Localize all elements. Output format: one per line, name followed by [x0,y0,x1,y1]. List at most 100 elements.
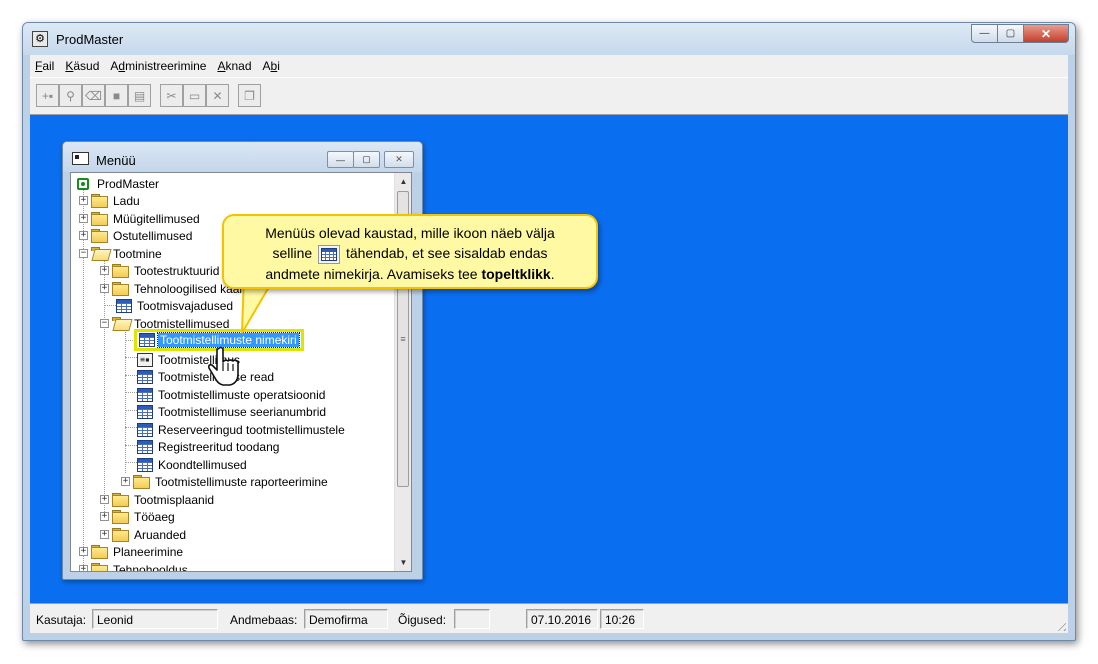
tree-label: Tootmisplaanid [134,492,215,507]
menu-window-titlebar[interactable]: Menüü — ▢ ✕ [63,142,422,172]
menu-aknad[interactable]: Aknad [217,59,251,73]
tree-item-myygitellimused[interactable]: + Müügitellimused [79,210,202,227]
callout-text: andmete nimekirja. Avamiseks tee [265,265,478,282]
tree-label: Planeerimine [113,544,184,559]
tree-item-tooaeg[interactable]: + Tööaeg [100,508,177,525]
toolbar: +▪ ⚲ ⌫ ■ ▤ ✂ ▭ ✕ ❐ [36,84,261,108]
folder-button[interactable]: ▭ [183,84,206,107]
maximize-button[interactable]: ▢ [997,24,1024,43]
expand-icon[interactable]: + [100,284,109,293]
tree-label: Registreeritud toodang [158,439,280,454]
rights-field [454,609,490,629]
tree-item-tt-seerianumbrid[interactable]: Tootmistellimuse seerianumbrid [137,403,328,420]
status-bar: Kasutaja: Leonid Andmebaas: Demofirma Õi… [30,603,1068,633]
tree-item-tootmisvajadused[interactable]: Tootmisvajadused [116,297,235,314]
table-list-icon [137,457,153,472]
tree-item-tt-operatsioonid[interactable]: Tootmistellimuste operatsioonid [137,386,327,403]
expand-icon[interactable]: + [100,495,109,504]
tree-line [125,410,137,411]
expand-icon[interactable]: + [100,512,109,521]
erase-button[interactable]: ⌫ [82,84,105,107]
scroll-up-arrow-icon[interactable]: ▲ [395,173,411,190]
document-icon: ▤ [133,88,146,103]
menu-window-title: Menüü [96,153,136,168]
tree-line [125,445,137,446]
callout-bold-text: topeltklikk [481,265,551,282]
tree-root[interactable]: ProdMaster [77,175,161,192]
tree-label-selected: Tootmistellimuste nimekiri [157,332,300,348]
collapse-icon[interactable]: − [79,249,88,258]
table-list-icon [139,333,155,347]
delete-icon: ✕ [212,88,223,103]
tree-item-registreeritud[interactable]: Registreeritud toodang [137,438,281,455]
expand-icon[interactable]: + [100,530,109,539]
expand-icon[interactable]: + [79,547,88,556]
menu-window: Menüü — ▢ ✕ ProdMaster + Ladu + Müügitel… [62,141,423,580]
tree-item-tootmine[interactable]: − Tootmine [79,245,164,262]
table-list-icon [137,404,153,419]
copy-button[interactable]: ❐ [238,84,261,107]
delete-button[interactable]: ✕ [206,84,229,107]
time-field: 10:26 [600,609,644,629]
menu-window-controls: — ▢ ✕ [327,151,414,168]
tree-item-tt-read[interactable]: Tootmistellimuse read [137,368,276,385]
find-button[interactable]: ⚲ [59,84,82,107]
tree-item-koondtellimused[interactable]: Koondtellimused [137,456,249,473]
menu-kasud[interactable]: Käsud [65,59,99,73]
expand-icon[interactable]: + [79,214,88,223]
menu-minimize-button[interactable]: — [327,151,354,168]
minimize-button[interactable]: — [971,24,998,43]
rights-label: Õigused: [398,613,447,627]
tree-label: Tootmisvajadused [137,298,234,313]
window-controls: — ▢ ✕ [971,24,1069,43]
tree-line [125,462,137,463]
tree-label: Ostutellimused [113,228,193,243]
database-field: Demofirma [304,609,388,629]
cut-button[interactable]: ✂ [160,84,183,107]
menu-abi[interactable]: Abi [263,59,280,73]
resize-grip[interactable] [1054,619,1066,631]
menu-text: A [262,59,271,73]
user-field: Leonid [92,609,218,629]
tree-item-planeerimine[interactable]: + Planeerimine [79,543,185,560]
tree-item-reserveeringud[interactable]: Reserveeringud tootmistellimustele [137,421,347,438]
document-button[interactable]: ▤ [128,84,151,107]
toolbar-separator [229,84,238,108]
tree-item-ladu[interactable]: + Ladu [79,192,142,209]
copy-icon: ❐ [244,88,255,103]
table-list-icon [137,422,153,437]
menu-close-button[interactable]: ✕ [384,151,414,168]
tree-item-tootestruktuurid[interactable]: + Tootestruktuurid [100,262,221,279]
tree-item-tootmisplaanid[interactable]: + Tootmisplaanid [100,491,216,508]
menu-maximize-button[interactable]: ▢ [353,151,380,168]
menu-administreerimine[interactable]: Administreerimine [110,59,206,73]
expand-icon[interactable]: + [79,231,88,240]
tree-label: ProdMaster [97,176,160,191]
folder-icon: ▭ [188,88,201,103]
callout-line-2: selline tähendab, et see sisaldab endas [224,243,596,264]
tree-item-ostutellimused[interactable]: + Ostutellimused [79,227,194,244]
expand-icon[interactable]: + [79,565,88,571]
stop-button[interactable]: ■ [105,84,128,107]
help-callout: Menüüs olevad kaustad, mille ikoon näeb … [222,214,598,289]
menu-fail[interactable]: Fail [35,59,54,73]
expand-icon[interactable]: + [121,477,130,486]
expand-icon[interactable]: + [79,196,88,205]
title-bar[interactable]: ⚙ ProdMaster — ▢ ✕ [23,23,1075,55]
callout-text: tähendab, et see sisaldab endas [345,245,548,261]
tree-item-tehnohooldus[interactable]: + Tehnohooldus [79,561,190,571]
new-record-button[interactable]: +▪ [36,84,59,107]
open-folder-icon [91,247,108,260]
tree-label: Müügitellimused [113,211,200,226]
close-button[interactable]: ✕ [1023,24,1069,43]
window-icon [72,152,89,165]
expand-icon[interactable]: + [100,266,109,275]
tree-item-aruanded[interactable]: + Aruanded [100,526,188,543]
toolbar-area: +▪ ⚲ ⌫ ■ ▤ ✂ ▭ ✕ ❐ [30,77,1068,115]
collapse-icon[interactable]: − [100,319,109,328]
tree-label: Tootmine [113,246,162,261]
app-node-icon [77,177,89,190]
tree-item-raporteerimine[interactable]: + Tootmistellimuste raporteerimine [121,473,330,490]
scroll-down-arrow-icon[interactable]: ▼ [395,554,411,571]
table-list-icon [137,439,153,454]
